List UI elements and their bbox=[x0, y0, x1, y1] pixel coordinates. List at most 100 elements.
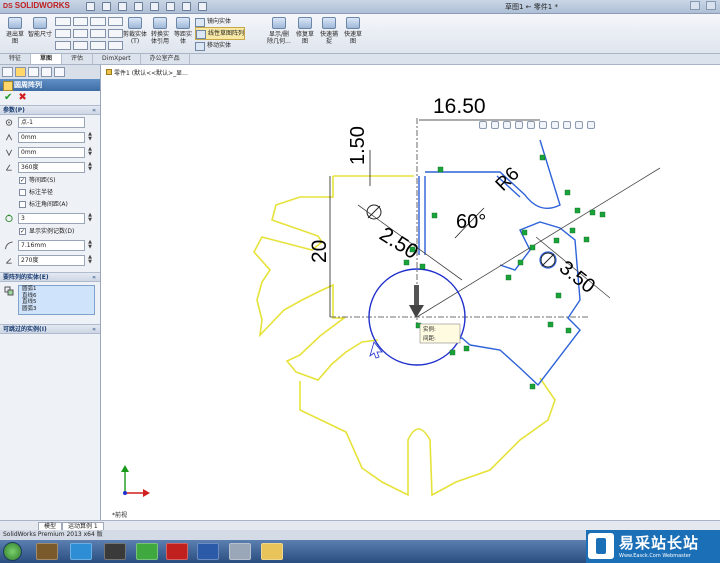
relation-marker[interactable] bbox=[529, 244, 536, 251]
taskbar-app-icon[interactable] bbox=[229, 543, 251, 560]
total-angle-spinner[interactable]: ▲ ▼ bbox=[86, 162, 94, 173]
quick-sketch-button[interactable]: 快速草图 bbox=[342, 17, 364, 45]
arc-angle-spinner[interactable]: ▲ ▼ bbox=[86, 255, 94, 266]
configuration-tab[interactable] bbox=[28, 67, 39, 77]
relation-marker[interactable] bbox=[409, 246, 416, 253]
new-file-icon[interactable] bbox=[86, 2, 95, 11]
smart-dimension-button[interactable]: 智能尺寸 bbox=[28, 17, 52, 38]
cancel-x-icon[interactable]: ✖ bbox=[18, 92, 26, 103]
relation-marker[interactable] bbox=[505, 274, 512, 281]
minimize-button[interactable] bbox=[690, 1, 700, 10]
chamfer-icon[interactable] bbox=[107, 29, 123, 38]
print-icon[interactable] bbox=[134, 2, 143, 11]
y-coordinate-field[interactable]: 0mm bbox=[18, 147, 85, 158]
taskbar-app-icon[interactable] bbox=[36, 543, 58, 560]
relation-marker[interactable] bbox=[589, 209, 596, 216]
relation-marker[interactable] bbox=[449, 349, 456, 356]
relation-marker[interactable] bbox=[431, 212, 438, 219]
x-coordinate-field[interactable]: 0mm bbox=[18, 132, 85, 143]
relation-marker[interactable] bbox=[564, 189, 571, 196]
tab-office-products[interactable]: 办公室产品 bbox=[141, 54, 190, 64]
text-icon[interactable] bbox=[90, 41, 106, 50]
y-coordinate-spinner[interactable]: ▲ ▼ bbox=[86, 147, 94, 158]
move-entities-button[interactable]: 移动实体 bbox=[195, 40, 245, 51]
options-icon[interactable] bbox=[198, 2, 207, 11]
taskbar-app-icon[interactable] bbox=[104, 543, 126, 560]
dim-radius-row[interactable]: 标注半径 bbox=[0, 187, 100, 199]
taskbar-browser-icon[interactable] bbox=[136, 543, 158, 560]
relation-marker[interactable] bbox=[555, 292, 562, 299]
undo-icon[interactable] bbox=[150, 2, 159, 11]
relation-marker[interactable] bbox=[403, 259, 410, 266]
polygon-icon[interactable] bbox=[72, 41, 88, 50]
dim-angle-spacing-row[interactable]: 标注角间距(A) bbox=[0, 199, 100, 211]
display-delete-relations-button[interactable]: 显示/删除几何... bbox=[266, 17, 292, 45]
total-angle-field[interactable]: 360度 bbox=[18, 162, 85, 173]
dimension-1-50[interactable]: 1.50 bbox=[347, 126, 369, 165]
offset-entities-button[interactable]: 等距实体 bbox=[173, 17, 193, 45]
dimension-3-50[interactable]: 3.50 bbox=[555, 257, 599, 298]
dimension-20[interactable]: 20 bbox=[308, 240, 331, 263]
display-manager-tab[interactable] bbox=[54, 67, 65, 77]
relation-marker[interactable] bbox=[463, 345, 470, 352]
show-instance-count-row[interactable]: ✓ 显示实例记数(D) bbox=[0, 226, 100, 238]
entities-section-header[interactable]: 要阵列的实体(E) bbox=[0, 272, 100, 282]
linear-pattern-button[interactable]: 线性草图阵列 bbox=[195, 27, 246, 40]
relation-marker[interactable] bbox=[574, 207, 581, 214]
instance-count-spinner[interactable]: ▲ ▼ bbox=[86, 213, 94, 224]
dimension-2-50[interactable]: 2.50 bbox=[375, 223, 422, 264]
graphics-area[interactable]: 零件1 (默认<<默认>_显... 16.50 1.50 R6 2.50 60°… bbox=[101, 65, 720, 520]
line-icon[interactable] bbox=[55, 17, 71, 26]
select-icon[interactable] bbox=[166, 2, 175, 11]
relation-marker[interactable] bbox=[553, 237, 560, 244]
radius-spinner[interactable]: ▲ ▼ bbox=[86, 240, 94, 251]
property-manager-tab[interactable] bbox=[15, 67, 26, 77]
sketch-drawing[interactable]: 16.50 1.50 R6 2.50 60° 20 3.50 实例: 间距: *… bbox=[101, 65, 720, 520]
equal-spacing-row[interactable]: ✓ 等间距(S) bbox=[0, 175, 100, 187]
trim-entities-button[interactable]: 剪裁实体(T) bbox=[123, 17, 147, 45]
dimension-r6[interactable]: R6 bbox=[492, 164, 524, 196]
list-item[interactable]: 圆弧3 bbox=[22, 306, 94, 313]
show-instance-count-checkbox[interactable]: ✓ bbox=[19, 228, 26, 235]
radius-field[interactable]: 7.16mm bbox=[18, 240, 85, 251]
tab-features[interactable]: 特征 bbox=[0, 54, 32, 64]
ok-check-icon[interactable]: ✔ bbox=[4, 92, 12, 103]
feature-tree-tab[interactable] bbox=[2, 67, 13, 77]
arc-icon[interactable] bbox=[72, 29, 88, 38]
ellipse-icon[interactable] bbox=[90, 29, 106, 38]
mirror-entities-button[interactable]: 镜向实体 bbox=[195, 16, 245, 27]
relation-marker[interactable] bbox=[539, 154, 546, 161]
arc-angle-field[interactable]: 270度 bbox=[18, 255, 85, 266]
taskbar-folder-icon[interactable] bbox=[261, 543, 283, 560]
tab-dimxpert[interactable]: DimXpert bbox=[93, 54, 141, 64]
taskbar-app-icon[interactable] bbox=[70, 543, 92, 560]
slot-icon[interactable] bbox=[55, 41, 71, 50]
entities-list[interactable]: 圆弧1 直线6 直线5 圆弧3 bbox=[18, 285, 95, 315]
tab-evaluate[interactable]: 评估 bbox=[62, 54, 94, 64]
x-coordinate-spinner[interactable]: ▲ ▼ bbox=[86, 132, 94, 143]
spline-icon[interactable] bbox=[90, 17, 106, 26]
rectangle-icon[interactable] bbox=[55, 29, 71, 38]
parameters-section-header[interactable]: 参数(P) bbox=[0, 105, 100, 115]
convert-entities-button[interactable]: 转换实体引用 bbox=[149, 17, 171, 45]
relation-marker[interactable] bbox=[517, 259, 524, 266]
relation-marker[interactable] bbox=[529, 383, 536, 390]
relation-marker[interactable] bbox=[583, 236, 590, 243]
relation-marker[interactable] bbox=[569, 227, 576, 234]
relation-marker[interactable] bbox=[599, 211, 606, 218]
taskbar-word-icon[interactable] bbox=[197, 543, 219, 560]
dim-angle-spacing-checkbox[interactable] bbox=[19, 201, 26, 208]
relation-marker[interactable] bbox=[437, 166, 444, 173]
instance-count-field[interactable]: 3 bbox=[18, 213, 85, 224]
tab-sketch[interactable]: 草图 bbox=[31, 54, 63, 64]
taskbar-solidworks-icon[interactable] bbox=[166, 543, 188, 560]
solidworks-logo[interactable]: DS SOLIDWORKS bbox=[3, 1, 70, 10]
dim-radius-checkbox[interactable] bbox=[19, 189, 26, 196]
skipped-instances-header[interactable]: 可跳过的实例(I) bbox=[0, 324, 100, 334]
relation-marker[interactable] bbox=[419, 263, 426, 270]
rapid-snap-button[interactable]: 快速捕捉 bbox=[318, 17, 340, 45]
repair-sketch-button[interactable]: 修复草图 bbox=[294, 17, 316, 45]
start-button[interactable] bbox=[3, 542, 22, 561]
circle-icon[interactable] bbox=[72, 17, 88, 26]
open-file-icon[interactable] bbox=[102, 2, 111, 11]
